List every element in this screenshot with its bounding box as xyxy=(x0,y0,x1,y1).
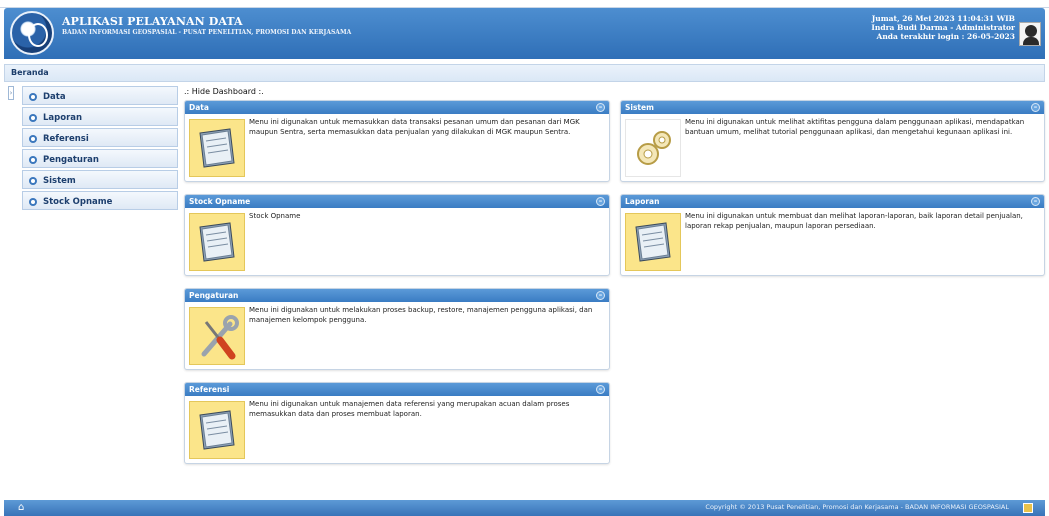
panel-description: Menu ini digunakan untuk membuat dan mel… xyxy=(685,212,1023,230)
sidebar-item-laporan[interactable]: Laporan xyxy=(22,107,178,126)
bullet-icon xyxy=(29,198,37,206)
hide-dashboard-link[interactable]: .: Hide Dashboard :. xyxy=(184,87,264,96)
agency-logo-icon xyxy=(10,11,54,55)
bullet-icon xyxy=(29,156,37,164)
sidebar-item-label: Pengaturan xyxy=(43,155,99,165)
last-login: Anda terakhir login : 26-05-2023 xyxy=(876,32,1015,41)
panel-title: Sistem xyxy=(625,103,654,112)
panel-laporan-header: Laporan – xyxy=(621,195,1044,208)
panel-stock-opname: Stock Opname – Stock Opname xyxy=(184,194,610,276)
document-icon[interactable] xyxy=(625,213,681,271)
panel-title: Laporan xyxy=(625,197,660,206)
panel-pengaturan-header: Pengaturan – xyxy=(185,289,609,302)
sidebar-item-label: Referensi xyxy=(43,134,89,144)
breadcrumb[interactable]: Beranda xyxy=(4,64,1045,82)
minimize-icon[interactable]: – xyxy=(596,291,605,300)
sidebar-item-label: Data xyxy=(43,92,66,102)
panel-title: Data xyxy=(189,103,209,112)
sidebar-item-data[interactable]: Data xyxy=(22,86,178,105)
document-icon[interactable] xyxy=(189,401,245,459)
app-footer: ⌂ Copyright © 2013 Pusat Penelitian, Pro… xyxy=(4,500,1045,516)
panel-description: Menu ini digunakan untuk melakukan prose… xyxy=(249,306,593,324)
panel-stock-header: Stock Opname – xyxy=(185,195,609,208)
bullet-icon xyxy=(29,135,37,143)
current-datetime: Jumat, 26 Mei 2023 11:04:31 WIB xyxy=(871,14,1015,23)
bullet-icon xyxy=(29,114,37,122)
panel-description: Stock Opname xyxy=(249,212,301,220)
panel-description: Menu ini digunakan untuk memasukkan data… xyxy=(249,118,580,136)
panel-description: Menu ini digunakan untuk manajemen data … xyxy=(249,400,570,418)
document-icon[interactable] xyxy=(189,213,245,271)
minimize-icon[interactable]: – xyxy=(596,103,605,112)
sidebar-menu: Data Laporan Referensi Pengaturan Sistem… xyxy=(22,86,178,212)
copyright-text: Copyright © 2013 Pusat Penelitian, Promo… xyxy=(705,503,1009,511)
sidebar-item-label: Laporan xyxy=(43,113,83,123)
document-icon[interactable] xyxy=(189,119,245,177)
app-header: APLIKASI PELAYANAN DATA BADAN INFORMASI … xyxy=(4,8,1045,59)
minimize-icon[interactable]: – xyxy=(1031,197,1040,206)
sidebar-item-sistem[interactable]: Sistem xyxy=(22,170,178,189)
app-subtitle: BADAN INFORMASI GEOSPASIAL - PUSAT PENEL… xyxy=(62,29,352,36)
user-info: Jumat, 26 Mei 2023 11:04:31 WIB Indra Bu… xyxy=(871,14,1015,41)
gears-icon[interactable] xyxy=(625,119,681,177)
sidebar-item-label: Stock Opname xyxy=(43,197,113,207)
minimize-icon[interactable]: – xyxy=(596,197,605,206)
app-title: APLIKASI PELAYANAN DATA xyxy=(62,15,243,28)
panel-pengaturan: Pengaturan – Menu ini digunakan untuk mel… xyxy=(184,288,610,370)
panel-title: Pengaturan xyxy=(189,291,239,300)
sidebar-collapse-handle[interactable]: › xyxy=(8,86,14,100)
minimize-icon[interactable]: – xyxy=(1031,103,1040,112)
tools-icon[interactable] xyxy=(189,307,245,365)
panel-description: Menu ini digunakan untuk melihat aktifit… xyxy=(685,118,1025,136)
user-avatar-icon[interactable] xyxy=(1019,22,1041,46)
panel-sistem-header: Sistem – xyxy=(621,101,1044,114)
sidebar-item-referensi[interactable]: Referensi xyxy=(22,128,178,147)
panel-title: Referensi xyxy=(189,385,230,394)
panel-title: Stock Opname xyxy=(189,197,251,206)
panel-laporan: Laporan – Menu ini digunakan untuk membua… xyxy=(620,194,1045,276)
sidebar-item-pengaturan[interactable]: Pengaturan xyxy=(22,149,178,168)
window-top-border xyxy=(0,0,1049,8)
minimize-icon[interactable]: – xyxy=(596,385,605,394)
user-name: Indra Budi Darma - Administrator xyxy=(871,23,1015,32)
user-icon[interactable] xyxy=(1023,503,1033,513)
sidebar-item-label: Sistem xyxy=(43,176,76,186)
bullet-icon xyxy=(29,93,37,101)
panel-sistem: Sistem – Menu ini digunakan untuk melihat… xyxy=(620,100,1045,182)
panel-referensi: Referensi – Menu ini digunakan untuk mana… xyxy=(184,382,610,464)
bullet-icon xyxy=(29,177,37,185)
panel-data-header: Data – xyxy=(185,101,609,114)
home-icon[interactable]: ⌂ xyxy=(18,502,30,513)
panel-data: Data – Menu ini digunakan untuk memasukka… xyxy=(184,100,610,182)
sidebar-item-stock-opname[interactable]: Stock Opname xyxy=(22,191,178,210)
panel-referensi-header: Referensi – xyxy=(185,383,609,396)
